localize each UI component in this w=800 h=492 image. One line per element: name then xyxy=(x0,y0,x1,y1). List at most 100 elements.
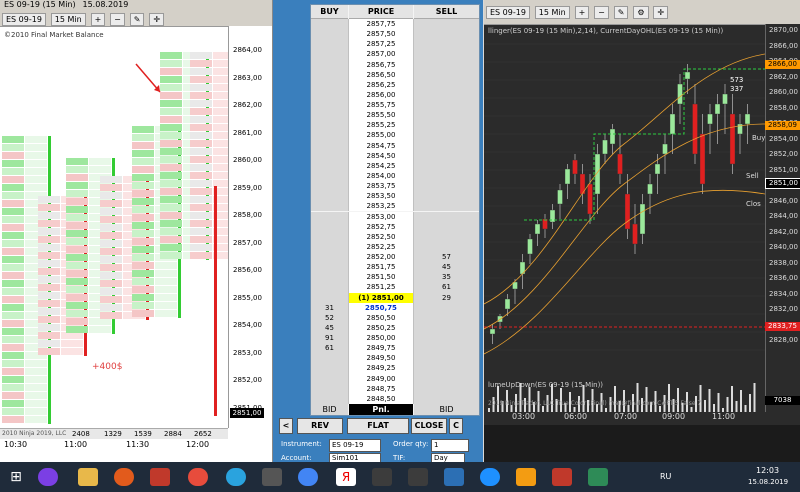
buy-cell[interactable] xyxy=(311,353,349,364)
sell-cell[interactable] xyxy=(414,29,479,40)
price-cell[interactable]: 2853,75 xyxy=(349,181,414,192)
sell-cell[interactable] xyxy=(414,79,479,90)
sell-cell[interactable] xyxy=(414,363,479,374)
right-instrument-select[interactable]: ES 09-19 xyxy=(486,6,530,19)
sell-cell[interactable] xyxy=(414,373,479,384)
vlc-icon[interactable] xyxy=(516,468,536,486)
sell-cell[interactable] xyxy=(414,49,479,60)
app-icon[interactable] xyxy=(262,468,282,486)
dom-row[interactable]: 2855,00 xyxy=(311,130,479,141)
price-cell[interactable]: 2857,00 xyxy=(349,49,414,60)
price-cell[interactable]: 2850,50 xyxy=(349,312,414,323)
price-cell[interactable]: 2854,75 xyxy=(349,140,414,151)
price-cell[interactable]: 2857,25 xyxy=(349,39,414,50)
dom-row[interactable]: 2856,75 xyxy=(311,59,479,70)
buy-cell[interactable] xyxy=(311,393,349,404)
buy-cell[interactable] xyxy=(311,170,349,182)
buy-cell[interactable] xyxy=(311,110,349,121)
buy-cell[interactable] xyxy=(311,39,349,50)
sell-cell[interactable] xyxy=(414,393,479,404)
clock-date[interactable]: 15.08.2019 xyxy=(748,478,788,486)
dom-row[interactable]: 2853,75 xyxy=(311,181,479,192)
scroll-area[interactable] xyxy=(484,425,800,462)
buy-cell[interactable] xyxy=(311,272,349,283)
buy-cell[interactable] xyxy=(311,59,349,70)
zoom-out-icon[interactable]: − xyxy=(594,6,609,19)
app-icon[interactable] xyxy=(408,468,428,486)
price-cell[interactable]: 2850,00 xyxy=(349,333,414,344)
price-cell[interactable]: 2856,00 xyxy=(349,89,414,101)
dom-row[interactable]: 2856,25 xyxy=(311,79,479,90)
telegram-icon[interactable] xyxy=(226,468,246,486)
close-button[interactable]: CLOSE xyxy=(411,418,447,434)
dom-row[interactable]: 2852,00 57 xyxy=(311,252,479,263)
sell-cell[interactable] xyxy=(414,353,479,364)
buy-cell[interactable] xyxy=(311,160,349,171)
sell-cell[interactable] xyxy=(414,170,479,182)
price-cell[interactable]: 2854,50 xyxy=(349,150,414,161)
clock-time[interactable]: 12:03 xyxy=(756,466,779,475)
dom-row[interactable]: 2854,75 xyxy=(311,140,479,151)
right-interval-select[interactable]: 15 Min xyxy=(534,6,570,19)
draw-tool-icon[interactable]: ✎ xyxy=(129,13,145,26)
opera-icon[interactable] xyxy=(188,468,208,486)
app-icon[interactable] xyxy=(480,468,500,486)
sell-cell[interactable]: 35 xyxy=(414,272,479,283)
sell-cell[interactable]: 45 xyxy=(414,262,479,273)
dom-row[interactable]: 2848,75 xyxy=(311,383,479,394)
buy-cell[interactable] xyxy=(311,140,349,151)
left-arrow-button[interactable]: < xyxy=(279,418,293,434)
price-cell[interactable]: 2852,50 xyxy=(349,231,414,242)
price-cell[interactable]: 2854,00 xyxy=(349,170,414,182)
price-cell[interactable]: (1) 2851,00 xyxy=(349,292,414,303)
windows-start-icon[interactable]: ⊞ xyxy=(6,468,26,486)
dom-row[interactable]: 2853,25 xyxy=(311,201,479,212)
dom-row[interactable]: 2849,00 xyxy=(311,373,479,384)
zoom-in-icon[interactable]: + xyxy=(90,13,106,26)
sell-cell[interactable] xyxy=(414,130,479,141)
dom-row[interactable]: 2854,00 xyxy=(311,170,479,182)
price-cell[interactable]: 2849,75 xyxy=(349,343,414,354)
sell-cell[interactable] xyxy=(414,181,479,192)
buy-cell[interactable]: 31 xyxy=(311,302,349,313)
price-cell[interactable]: 2851,50 xyxy=(349,272,414,283)
dom-row[interactable]: 2848,50 xyxy=(311,393,479,404)
rev-button[interactable]: REV xyxy=(297,418,343,434)
sell-cell[interactable] xyxy=(414,110,479,121)
crosshair-icon[interactable]: ✛ xyxy=(149,13,165,26)
dom-row[interactable]: 61 2849,75 xyxy=(311,343,479,354)
sell-cell[interactable]: 29 xyxy=(414,292,479,303)
dom-row[interactable]: 2855,75 xyxy=(311,100,479,111)
c-button[interactable]: C xyxy=(449,418,463,434)
sell-cell[interactable] xyxy=(414,383,479,394)
app-icon[interactable] xyxy=(372,468,392,486)
sell-cell[interactable] xyxy=(414,333,479,344)
dom-row[interactable]: 2857,50 xyxy=(311,29,479,40)
app-icon[interactable] xyxy=(150,468,170,486)
sell-cell[interactable] xyxy=(414,322,479,334)
price-cell[interactable]: 2848,75 xyxy=(349,383,414,394)
dom-row[interactable]: 2851,50 35 xyxy=(311,272,479,283)
buy-cell[interactable]: 52 xyxy=(311,312,349,323)
buy-cell[interactable] xyxy=(311,221,349,232)
dom-row[interactable]: 2851,25 61 xyxy=(311,282,479,293)
dom-row[interactable]: 2854,50 xyxy=(311,150,479,161)
buy-cell[interactable] xyxy=(311,29,349,40)
buy-cell[interactable] xyxy=(311,79,349,90)
dom-row[interactable]: 2851,75 45 xyxy=(311,262,479,273)
buy-cell[interactable]: 61 xyxy=(311,343,349,354)
dom-row[interactable]: 2856,00 xyxy=(311,89,479,101)
buy-cell[interactable] xyxy=(311,211,349,222)
sell-cell[interactable] xyxy=(414,302,479,313)
buy-cell[interactable] xyxy=(311,201,349,212)
price-cell[interactable]: 2857,50 xyxy=(349,29,414,40)
buy-cell[interactable] xyxy=(311,150,349,161)
dom-row[interactable]: 2849,50 xyxy=(311,353,479,364)
price-cell[interactable]: 2848,50 xyxy=(349,393,414,404)
buy-cell[interactable] xyxy=(311,383,349,394)
price-cell[interactable]: 2849,50 xyxy=(349,353,414,364)
buy-cell[interactable] xyxy=(311,89,349,101)
sell-cell[interactable] xyxy=(414,59,479,70)
sell-cell[interactable] xyxy=(414,221,479,232)
price-cell[interactable]: 2855,00 xyxy=(349,130,414,141)
